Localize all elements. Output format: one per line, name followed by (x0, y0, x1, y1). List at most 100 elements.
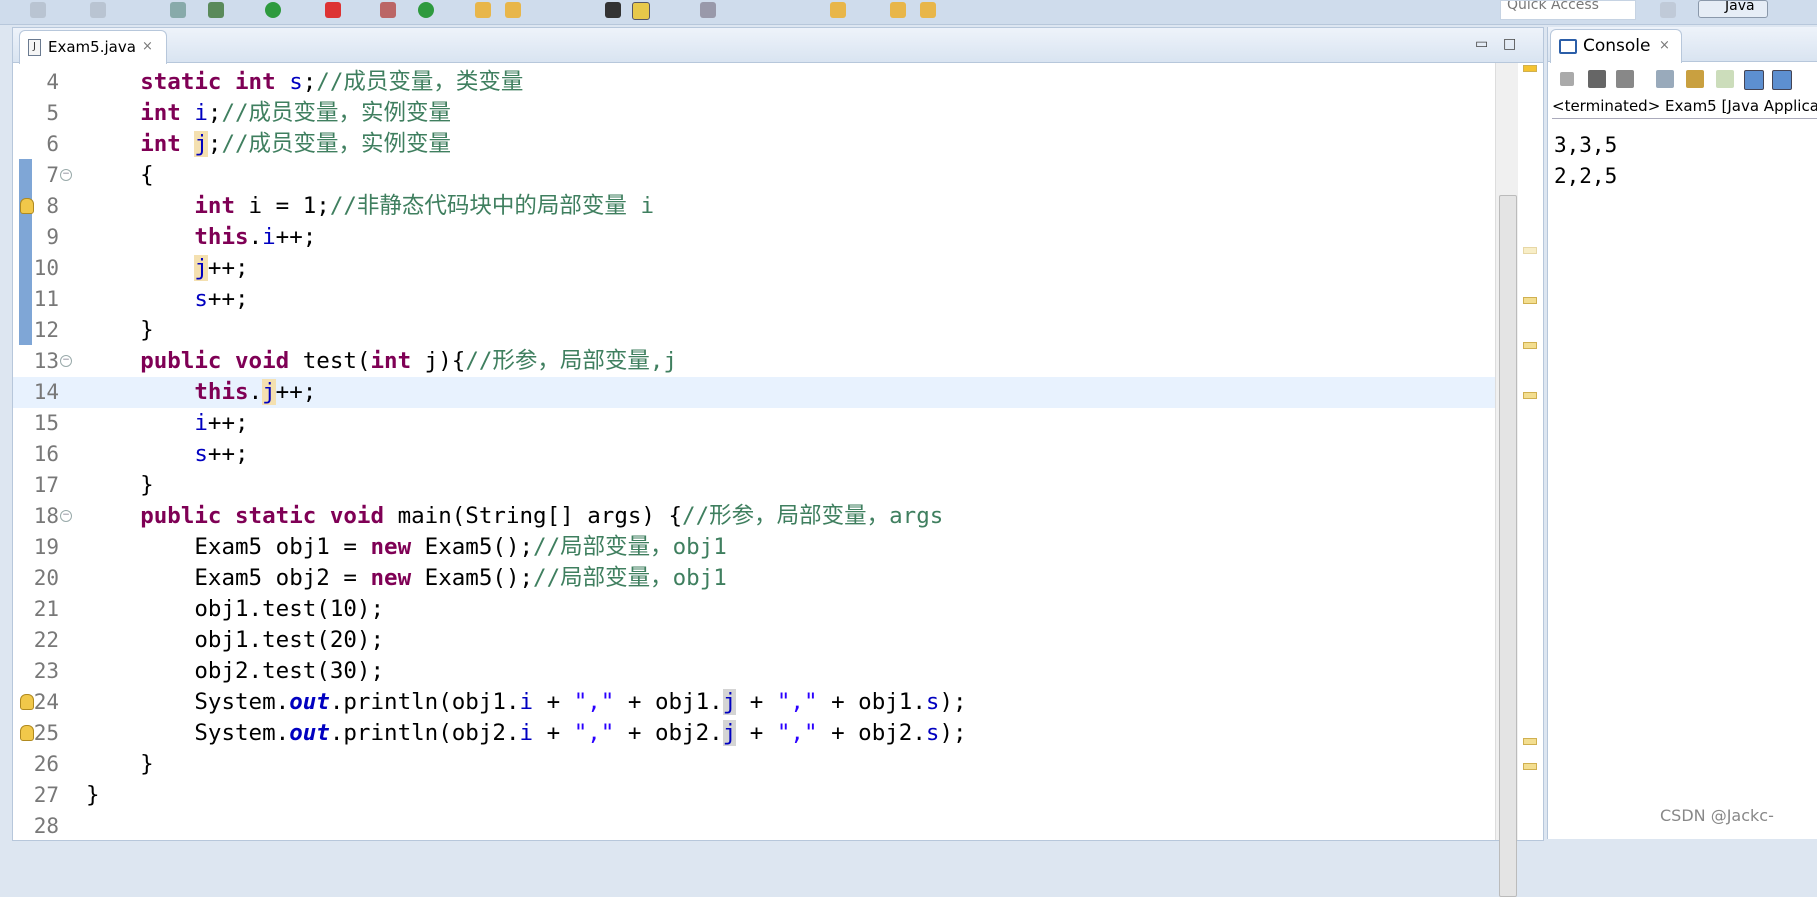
code-text: obj1.test(20); (86, 625, 384, 656)
warning-bulb-icon[interactable] (20, 725, 34, 741)
code-token: + (736, 720, 777, 746)
code-token: ++; (207, 255, 249, 281)
occurrence-marker[interactable] (1523, 392, 1537, 399)
code-line[interactable]: 25 System.out.println(obj2.i + "," + obj… (13, 718, 1495, 749)
code-line[interactable]: 27} (13, 780, 1495, 811)
console-output-line: 2,2,5 (1554, 164, 1618, 188)
warning-marker[interactable] (1523, 738, 1537, 745)
warning-marker[interactable] (1523, 763, 1537, 770)
show-on-stdout-icon[interactable] (1744, 70, 1764, 90)
terminate-icon[interactable] (1560, 72, 1574, 86)
warning-bulb-icon[interactable] (20, 198, 34, 214)
clear-console-icon[interactable] (1656, 70, 1674, 88)
code-line[interactable]: 19 Exam5 obj1 = new Exam5();//局部变量，obj1 (13, 532, 1495, 563)
occurrence-marker[interactable] (1523, 342, 1537, 349)
line-number: 20 (33, 566, 59, 590)
forward-icon[interactable] (920, 2, 936, 18)
code-line[interactable]: 9 this.i++; (13, 222, 1495, 253)
code-token: } (86, 317, 154, 343)
code-line[interactable]: 16 s++; (13, 439, 1495, 470)
package-icon[interactable] (380, 2, 396, 18)
code-line[interactable]: 13− public void test(int j){//形参，局部变量,j (13, 346, 1495, 377)
new-class-icon[interactable] (418, 2, 434, 18)
external-tools-icon[interactable] (325, 2, 341, 18)
pin-icon[interactable] (830, 2, 846, 18)
scroll-lock-icon[interactable] (1686, 70, 1704, 88)
fold-toggle-icon[interactable]: − (60, 169, 72, 181)
code-token: ); (939, 689, 967, 715)
tab-console[interactable]: Console × (1550, 29, 1682, 63)
show-on-stderr-icon[interactable] (1772, 70, 1792, 90)
remove-all-terminated-icon[interactable] (1616, 70, 1634, 88)
code-line[interactable]: 15 i++; (13, 408, 1495, 439)
code-line[interactable]: 17 } (13, 470, 1495, 501)
code-line[interactable]: 28 (13, 811, 1495, 840)
tab-exam5-java[interactable]: J Exam5.java × (19, 30, 167, 64)
overview-warning-marker[interactable] (1523, 65, 1537, 72)
new-icon[interactable] (30, 2, 46, 18)
open-perspective-icon[interactable] (1660, 2, 1676, 18)
open-type-icon[interactable] (475, 2, 491, 18)
watermark: CSDN @Jackc- (1660, 806, 1774, 825)
java-perspective-button[interactable]: Java (1698, 0, 1768, 18)
code-line[interactable]: 26 } (13, 749, 1495, 780)
code-token: s (194, 286, 208, 312)
occurrence-marker[interactable] (1523, 297, 1537, 304)
close-icon[interactable]: × (1659, 30, 1670, 62)
code-line[interactable]: 24 System.out.println(obj1.i + "," + obj… (13, 687, 1495, 718)
run-icon[interactable] (265, 2, 281, 18)
code-line[interactable]: 20 Exam5 obj2 = new Exam5();//局部变量，obj1 (13, 563, 1495, 594)
open-resource-icon[interactable] (505, 2, 521, 18)
scrollbar-thumb[interactable] (1499, 195, 1517, 897)
code-token: obj1.test(10); (86, 596, 385, 622)
vertical-scrollbar[interactable] (1495, 63, 1518, 897)
code-token: void (329, 503, 385, 529)
line-number: 22 (33, 628, 59, 652)
code-token: s (925, 689, 940, 715)
code-editor[interactable]: 4 static int s;//成员变量，类变量 5 int i;//成员变量，… (13, 63, 1495, 840)
search-icon[interactable] (170, 2, 186, 18)
code-line[interactable]: 8 int i = 1;//非静态代码块中的局部变量 i (13, 191, 1495, 222)
code-token: main(String[] args) { (384, 503, 683, 529)
code-line[interactable]: 23 obj2.test(30); (13, 656, 1495, 687)
word-wrap-icon[interactable] (1716, 70, 1734, 88)
back-icon[interactable] (890, 2, 906, 18)
code-text: i++; (86, 408, 248, 439)
quick-access-input[interactable]: Quick Access (1500, 0, 1636, 20)
save-icon[interactable] (90, 2, 106, 18)
code-line[interactable]: 12 } (13, 315, 1495, 346)
remove-launch-icon[interactable] (1588, 70, 1606, 88)
minimize-icon[interactable]: ▭ (1475, 36, 1488, 52)
mark-occurrences-icon[interactable] (632, 2, 650, 20)
next-annotation-icon[interactable] (605, 2, 621, 18)
close-icon[interactable]: × (142, 31, 153, 63)
code-line[interactable]: 10 j++; (13, 253, 1495, 284)
code-line[interactable]: 4 static int s;//成员变量，类变量 (13, 67, 1495, 98)
code-line[interactable]: 5 int i;//成员变量，实例变量 (13, 98, 1495, 129)
maximize-icon[interactable]: □ (1503, 36, 1516, 52)
fold-toggle-icon[interactable]: − (60, 510, 72, 522)
code-line[interactable]: 18− public static void main(String[] arg… (13, 501, 1495, 532)
code-line[interactable]: 11 s++; (13, 284, 1495, 315)
fold-toggle-icon[interactable]: − (60, 355, 72, 367)
warning-bulb-icon[interactable] (20, 694, 34, 710)
code-token: //局部变量，obj1 (533, 565, 727, 591)
code-token: "," (776, 720, 818, 746)
code-line[interactable]: 14 this.j++; (13, 377, 1495, 408)
occurrence-marker[interactable] (1523, 247, 1537, 254)
code-line[interactable]: 22 obj1.test(20); (13, 625, 1495, 656)
show-whitespace-icon[interactable] (700, 2, 716, 18)
code-line[interactable]: 7− { (13, 160, 1495, 191)
code-line[interactable]: 21 obj1.test(10); (13, 594, 1495, 625)
code-token: + (736, 689, 777, 715)
debug-icon[interactable] (208, 2, 224, 18)
code-line[interactable]: 6 int j;//成员变量，实例变量 (13, 129, 1495, 160)
line-number: 26 (33, 752, 59, 776)
